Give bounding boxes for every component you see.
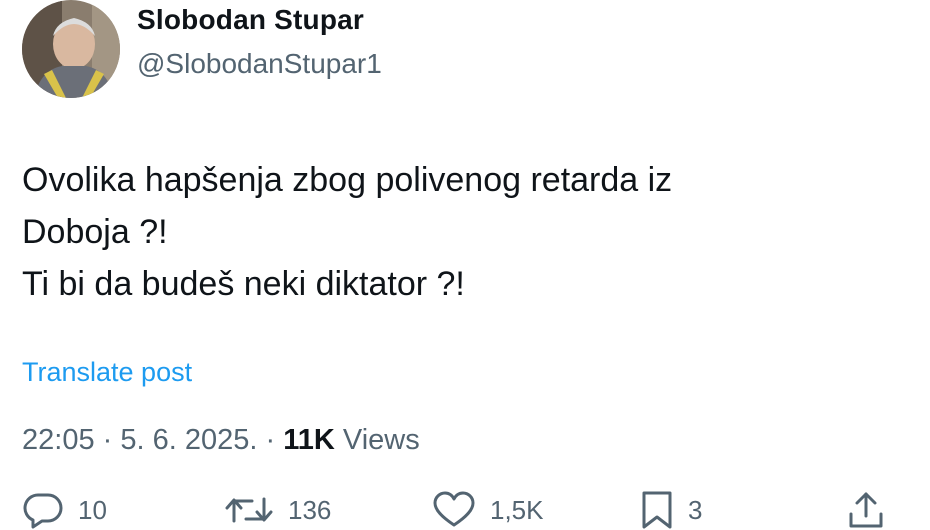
tweet-date[interactable]: 5. 6. 2025. bbox=[120, 424, 257, 456]
reply-icon bbox=[22, 491, 64, 529]
repost-count: 136 bbox=[288, 494, 332, 525]
avatar-image bbox=[22, 0, 120, 98]
heart-icon bbox=[432, 491, 476, 529]
share-button[interactable] bbox=[846, 490, 886, 530]
tweet-text: Ovolika hapšenja zbog polivenog retarda … bbox=[22, 154, 672, 310]
views-label: Views bbox=[334, 424, 420, 456]
like-button[interactable]: 1,5K bbox=[432, 490, 544, 530]
like-count: 1,5K bbox=[490, 494, 544, 525]
tweet-text-line: Ti bi da budeš neki diktator ?! bbox=[22, 265, 465, 303]
tweet-meta: 22:05 · 5. 6. 2025. · 11K Views bbox=[22, 424, 420, 457]
meta-separator: · bbox=[257, 424, 284, 456]
avatar[interactable] bbox=[22, 0, 120, 98]
repost-icon bbox=[224, 491, 274, 529]
tweet-text-line: Ovolika hapšenja zbog polivenog retarda … bbox=[22, 161, 673, 199]
reply-count: 10 bbox=[78, 494, 107, 525]
author-handle[interactable]: @SlobodanStupar1 bbox=[137, 48, 382, 80]
meta-separator: · bbox=[94, 424, 121, 456]
bookmark-count: 3 bbox=[688, 494, 703, 525]
bookmark-icon bbox=[640, 490, 674, 530]
share-icon bbox=[846, 490, 886, 530]
translate-post-link[interactable]: Translate post bbox=[22, 357, 192, 388]
views-count: 11K bbox=[283, 424, 335, 456]
reply-button[interactable]: 10 bbox=[22, 490, 107, 530]
author-display-name[interactable]: Slobodan Stupar bbox=[137, 4, 364, 36]
repost-button[interactable]: 136 bbox=[224, 490, 331, 530]
tweet-time[interactable]: 22:05 bbox=[22, 424, 95, 456]
bookmark-button[interactable]: 3 bbox=[640, 490, 702, 530]
tweet-text-line: Doboja ?! bbox=[22, 213, 168, 251]
